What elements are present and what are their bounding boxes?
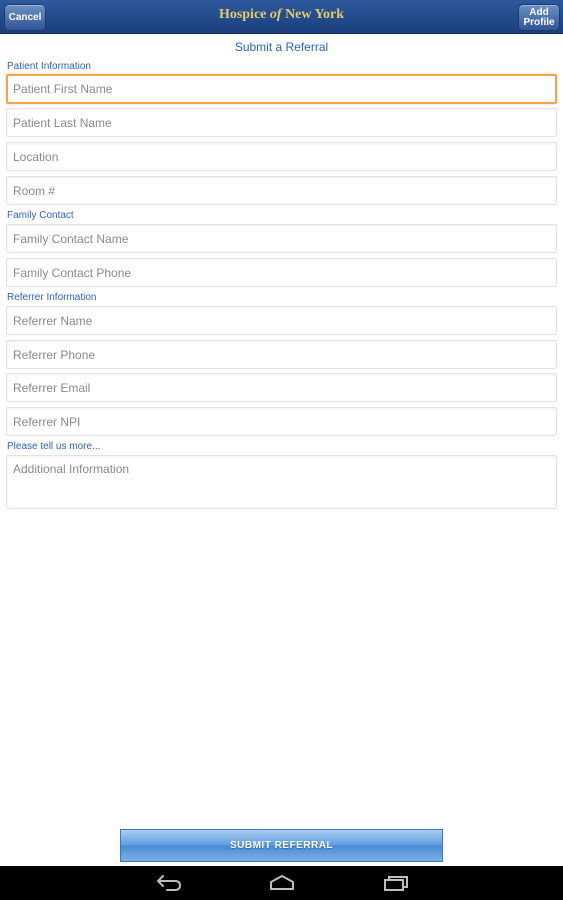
section-label-family: Family Contact bbox=[7, 210, 74, 221]
referrer-email-field[interactable]: Referrer Email bbox=[6, 373, 557, 402]
additional-information-textarea[interactable]: Additional Information bbox=[6, 455, 557, 509]
section-label-patient: Patient Information bbox=[7, 61, 91, 72]
submit-referral-button[interactable]: SUBMIT REFERRAL bbox=[120, 829, 443, 862]
add-profile-button[interactable]: Add Profile bbox=[518, 4, 560, 31]
section-label-more: Please tell us more... bbox=[7, 441, 101, 452]
room-number-field[interactable]: Room # bbox=[6, 176, 557, 205]
add-profile-line1: Add bbox=[529, 6, 549, 18]
app-brand-title: Hospice of New York bbox=[0, 7, 563, 23]
location-field[interactable]: Location bbox=[6, 142, 557, 171]
top-navbar: Cancel Hospice of New York Add Profile bbox=[0, 0, 563, 34]
brand-new-york: New York bbox=[281, 7, 345, 22]
back-icon[interactable] bbox=[154, 874, 184, 892]
family-contact-phone-field[interactable]: Family Contact Phone bbox=[6, 258, 557, 287]
home-icon[interactable] bbox=[267, 874, 297, 892]
patient-last-name-field[interactable]: Patient Last Name bbox=[6, 108, 557, 137]
referrer-npi-field[interactable]: Referrer NPI bbox=[6, 407, 557, 436]
brand-hospice: Hospice bbox=[218, 7, 270, 22]
patient-first-name-field[interactable]: Patient First Name bbox=[6, 74, 557, 104]
system-nav-bar bbox=[0, 866, 563, 900]
add-profile-line2: Profile bbox=[523, 16, 555, 28]
recent-apps-icon[interactable] bbox=[381, 874, 411, 892]
referrer-phone-field[interactable]: Referrer Phone bbox=[6, 340, 557, 369]
referrer-name-field[interactable]: Referrer Name bbox=[6, 306, 557, 335]
section-label-referrer: Referrer Information bbox=[7, 292, 97, 303]
page-title: Submit a Referral bbox=[234, 40, 329, 54]
family-contact-name-field[interactable]: Family Contact Name bbox=[6, 224, 557, 253]
brand-of: of bbox=[269, 7, 282, 22]
